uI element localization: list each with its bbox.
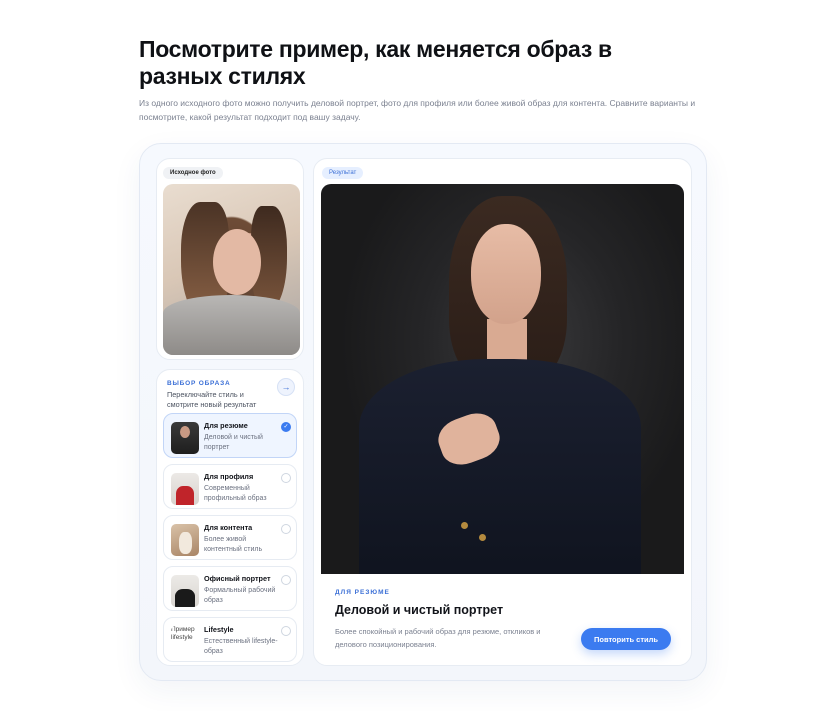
style-option-desc: Более живой контентный стиль: [204, 536, 263, 553]
radio-icon: [281, 626, 291, 636]
style-selector-heading: ВЫБОР ОБРАЗА: [167, 380, 231, 387]
source-photo: [163, 184, 300, 355]
style-thumb-profile: [171, 473, 199, 505]
page-title: Посмотрите пример, как меняется образ в …: [139, 36, 612, 89]
style-thumb-resume: [171, 422, 199, 454]
result-caption: ДЛЯ РЕЗЮМЕ: [335, 589, 390, 596]
style-option-title: Офисный портрет: [204, 574, 271, 583]
style-option-lifestyle[interactable]: Пример lifestyle Lifestyle Естественный …: [163, 617, 297, 662]
result-panel: Результат ДЛЯ РЕЗЮМЕ Деловой и чистый по…: [313, 158, 692, 666]
style-option-title: Lifestyle: [204, 625, 234, 634]
style-option-office[interactable]: Офисный портрет Формальный рабочий образ: [163, 566, 297, 611]
style-option-desc: Деловой и чистый портрет: [204, 434, 263, 451]
result-badge: Результат: [322, 167, 364, 179]
style-option-desc: Естественный lifestyle-образ: [204, 638, 278, 655]
style-option-desc: Формальный рабочий образ: [204, 587, 276, 604]
radio-icon: [281, 473, 291, 483]
radio-icon: [281, 524, 291, 534]
source-badge: Исходное фото: [163, 167, 223, 179]
style-option-resume[interactable]: Для резюме Деловой и чистый портрет ✓: [163, 413, 297, 458]
source-photo-panel: Исходное фото: [156, 158, 304, 360]
page-subtitle: Из одного исходного фото можно получить …: [139, 98, 696, 122]
result-description: Более спокойный и рабочий образ для резю…: [335, 627, 541, 649]
result-photo: [321, 184, 684, 574]
arrow-right-icon[interactable]: →: [277, 378, 295, 396]
radio-icon: [281, 575, 291, 585]
style-option-profile[interactable]: Для профиля Современный профильный образ: [163, 464, 297, 509]
style-option-title: Для резюме: [204, 421, 248, 430]
style-thumb-content: [171, 524, 199, 556]
check-icon: ✓: [281, 422, 291, 432]
repeat-style-button[interactable]: Повторить стиль: [581, 628, 671, 650]
example-card: Исходное фото ВЫБОР ОБРАЗА Переключайте …: [139, 143, 707, 681]
result-title: Деловой и чистый портрет: [335, 603, 504, 617]
style-selector-hint: Переключайте стиль и смотрите новый резу…: [167, 390, 257, 409]
style-option-title: Для профиля: [204, 472, 254, 481]
style-option-content[interactable]: Для контента Более живой контентный стил…: [163, 515, 297, 560]
style-selector-panel: ВЫБОР ОБРАЗА Переключайте стиль и смотри…: [156, 369, 304, 666]
style-option-desc: Современный профильный образ: [204, 485, 267, 502]
style-option-title: Для контента: [204, 523, 253, 532]
style-thumb-lifestyle: Пример lifestyle: [171, 626, 199, 658]
style-thumb-office: [171, 575, 199, 607]
